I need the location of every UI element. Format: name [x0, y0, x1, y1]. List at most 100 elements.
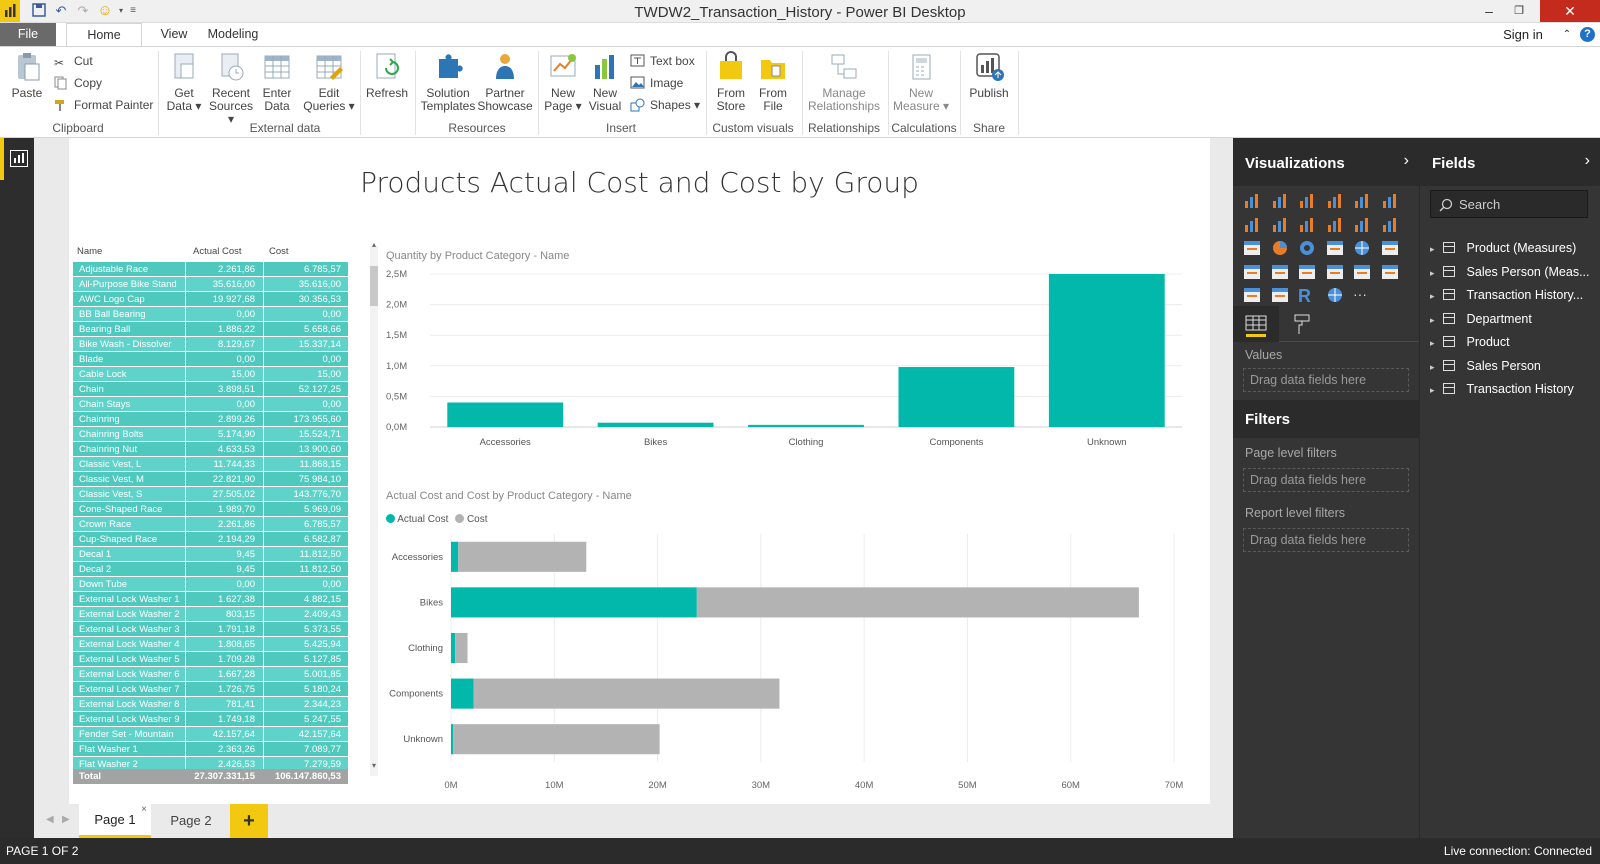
table-row[interactable]: Chainring Nut 4.633,53 13.900,60	[73, 442, 348, 457]
text-box-button[interactable]: Text box	[630, 52, 695, 70]
table-row[interactable]: External Lock Washer 8 781,41 2.344,23	[73, 697, 348, 712]
shapes-button[interactable]: Shapes ▾	[630, 96, 700, 114]
table-header-cost[interactable]: Cost	[269, 244, 289, 259]
100-column-icon[interactable]	[1381, 192, 1399, 210]
page-tab-2[interactable]: Page 2	[154, 804, 228, 838]
table-row[interactable]: External Lock Washer 7 1.726,75 5.180,24	[73, 682, 348, 697]
treemap-icon[interactable]	[1326, 239, 1344, 257]
from-file-button[interactable]: From File	[754, 51, 792, 113]
expand-chevron-icon[interactable]: ▸	[1430, 362, 1435, 372]
line-clustered-icon[interactable]	[1353, 216, 1371, 234]
table-row[interactable]: External Lock Washer 9 1.749,18 5.247,55	[73, 712, 348, 727]
expand-chevron-icon[interactable]: ▸	[1430, 315, 1435, 325]
table-row[interactable]: Crown Race 2.261,86 6.785,57	[73, 517, 348, 532]
stacked-bar-icon[interactable]	[1243, 192, 1261, 210]
table-row[interactable]: All-Purpose Bike Stand 35.616,00 35.616,00	[73, 277, 348, 292]
scroll-up-icon[interactable]: ▴	[370, 240, 378, 249]
prev-page-icon[interactable]: ◀	[46, 814, 54, 825]
fields-tab[interactable]	[1233, 306, 1279, 342]
format-tab[interactable]	[1279, 306, 1325, 342]
field-item[interactable]: ▸ Sales Person	[1430, 356, 1541, 376]
sign-in-link[interactable]: Sign in	[1498, 23, 1548, 46]
close-tab-icon[interactable]: ×	[141, 794, 147, 826]
cost-bar-chart[interactable]: Actual Cost and Cost by Product Category…	[384, 490, 1184, 791]
area-chart-icon[interactable]	[1271, 216, 1289, 234]
collapse-ribbon-icon[interactable]: ⌃	[1560, 23, 1574, 46]
multirow-card-icon[interactable]	[1326, 263, 1344, 281]
visual-scrollbar[interactable]: ▴ ▾	[370, 240, 378, 776]
format-painter-button[interactable]: Format Painter	[54, 96, 153, 114]
from-store-button[interactable]: From Store	[712, 51, 750, 113]
line-column-icon[interactable]	[1326, 216, 1344, 234]
copy-button[interactable]: Copy	[54, 74, 102, 92]
gauge-icon[interactable]	[1271, 263, 1289, 281]
table-row[interactable]: External Lock Washer 1 1.627,38 4.882,15	[73, 592, 348, 607]
donut-icon[interactable]	[1298, 239, 1316, 257]
table-row[interactable]: Down Tube 0,00 0,00	[73, 577, 348, 592]
scrollbar-thumb[interactable]	[370, 266, 378, 306]
field-item[interactable]: ▸ Transaction History...	[1430, 285, 1583, 305]
collapse-fields-icon[interactable]: ›	[1585, 152, 1590, 170]
100-bar-icon[interactable]	[1353, 192, 1371, 210]
field-item[interactable]: ▸ Department	[1430, 309, 1532, 329]
table-row[interactable]: Blade 0,00 0,00	[73, 352, 348, 367]
report-view-icon[interactable]	[10, 150, 28, 167]
stacked-area-icon[interactable]	[1298, 216, 1316, 234]
expand-chevron-icon[interactable]: ▸	[1430, 244, 1435, 254]
column-bar[interactable]	[447, 402, 564, 427]
ribbon-chart-icon[interactable]	[1381, 216, 1399, 234]
map-icon[interactable]	[1353, 239, 1371, 257]
column-bar[interactable]	[1048, 274, 1165, 427]
enter-data-button[interactable]: Enter Data	[257, 51, 297, 113]
actual-cost-bar[interactable]	[451, 587, 697, 618]
tab-view[interactable]: View	[144, 23, 204, 46]
fields-search-box[interactable]: Search	[1430, 190, 1588, 218]
edit-queries-button[interactable]: Edit Queries ▾	[303, 51, 355, 113]
tab-home[interactable]: Home	[66, 23, 142, 47]
table-row[interactable]: Decal 2 9,45 11.812,50	[73, 562, 348, 577]
pie-chart-icon[interactable]	[1271, 239, 1289, 257]
table-row[interactable]: Fender Set - Mountain 42.157,64 42.157,64	[73, 727, 348, 742]
table-row[interactable]: BB Ball Bearing 0,00 0,00	[73, 307, 348, 322]
manage-relationships-button[interactable]: Manage Relationships	[806, 51, 882, 113]
table-header-name[interactable]: Name	[77, 244, 102, 259]
next-page-icon[interactable]: ▶	[62, 814, 70, 825]
page-filters-dropzone[interactable]: Drag data fields here	[1243, 468, 1409, 492]
cost-bar[interactable]	[458, 541, 587, 572]
table-row[interactable]: Bearing Ball 1.886,22 5.658,66	[73, 322, 348, 337]
table-row[interactable]: Cup-Shaped Race 2.194,29 6.582,87	[73, 532, 348, 547]
expand-chevron-icon[interactable]: ▸	[1430, 268, 1435, 278]
table-row[interactable]: Flat Washer 1 2.363,26 7.089,77	[73, 742, 348, 757]
cost-table[interactable]: Name Actual Cost Cost Adjustable Race 2.2…	[73, 246, 363, 786]
stacked-column-icon[interactable]	[1271, 192, 1289, 210]
new-page-button[interactable]: New Page ▾	[543, 51, 583, 113]
kpi-icon[interactable]	[1353, 263, 1371, 281]
expand-chevron-icon[interactable]: ▸	[1430, 291, 1435, 301]
table-row[interactable]: External Lock Washer 4 1.808,65 5.425,94	[73, 637, 348, 652]
table-row[interactable]: Cable Lock 15,00 15,00	[73, 367, 348, 382]
cost-bar[interactable]	[453, 724, 660, 755]
restore-icon[interactable]: ❐	[1504, 0, 1534, 22]
table-header-actual-cost[interactable]: Actual Cost	[193, 244, 242, 259]
close-icon[interactable]: ✕	[1540, 0, 1600, 22]
publish-button[interactable]: Publish	[964, 51, 1014, 100]
quantity-column-chart[interactable]: Quantity by Product Category - Name 0,0M…	[384, 250, 1184, 455]
table-row[interactable]: Chain 3.898,51 52.127,25	[73, 382, 348, 397]
minimize-icon[interactable]: –	[1474, 0, 1504, 22]
table-row[interactable]: External Lock Washer 2 803,15 2.409,43	[73, 607, 348, 622]
collapse-viz-icon[interactable]: ›	[1404, 152, 1409, 170]
table-row[interactable]: External Lock Washer 6 1.667,28 5.001,85	[73, 667, 348, 682]
table-row[interactable]: Chainring 2.899,26 173.955,60	[73, 412, 348, 427]
slicer-icon[interactable]	[1381, 263, 1399, 281]
column-bar[interactable]	[748, 424, 864, 427]
new-visual-button[interactable]: New Visual	[586, 51, 624, 113]
actual-cost-bar[interactable]	[451, 632, 456, 664]
more-visuals-icon[interactable]: ···	[1353, 286, 1371, 304]
image-button[interactable]: Image	[630, 74, 683, 92]
add-page-button[interactable]: +	[230, 804, 268, 838]
partner-showcase-button[interactable]: Partner Showcase	[477, 51, 533, 113]
actual-cost-bar[interactable]	[451, 541, 459, 572]
line-chart-icon[interactable]	[1243, 216, 1261, 234]
cost-bar[interactable]	[455, 632, 468, 664]
tab-modeling[interactable]: Modeling	[196, 23, 270, 46]
